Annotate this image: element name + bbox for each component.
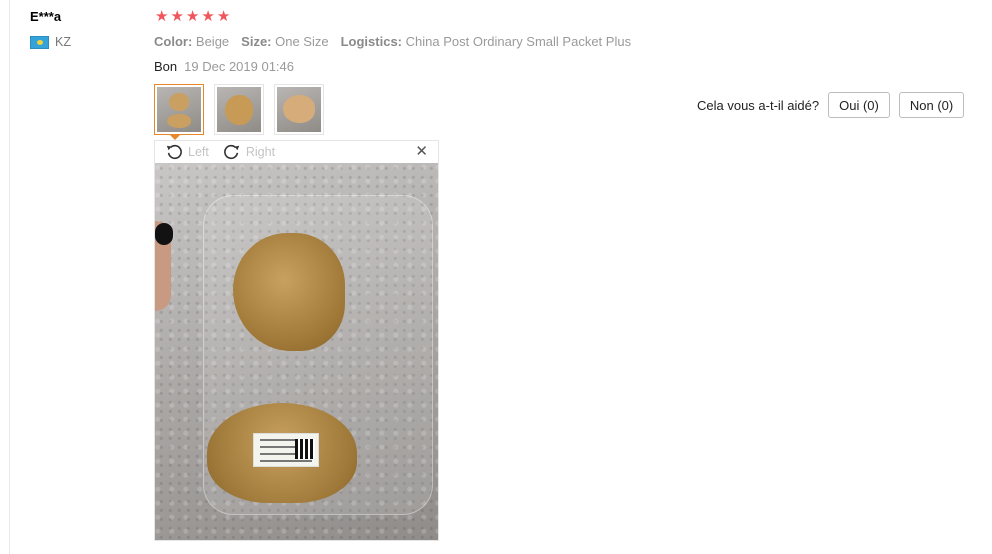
review-body: Bon 19 Dec 2019 01:46 [154, 59, 294, 74]
star-icon: ★ [170, 8, 184, 25]
rotate-left-label: Left [188, 145, 209, 159]
attr-logistics: Logistics: China Post Ordinary Small Pac… [340, 34, 632, 49]
attr-size: Size: One Size [241, 34, 329, 49]
photo-nail [155, 223, 173, 245]
helpful-no-button[interactable]: Non (0) [898, 92, 965, 118]
viewer-toolbar: Left Right ✕ [155, 141, 438, 163]
country-code: KZ [55, 35, 71, 49]
helpful-question: Cela vous a-t-il aidé? [697, 97, 820, 113]
rotate-right-icon [223, 144, 240, 160]
thumbnail-2[interactable] [214, 84, 264, 135]
thumbnail-1[interactable] [154, 84, 204, 135]
helpful-prompt: Cela vous a-t-il aidé? Oui (0) Non (0) [697, 92, 965, 118]
rotate-left-icon [166, 144, 182, 160]
photo-qr-code [295, 439, 315, 459]
photo-thumbnails [154, 84, 324, 135]
review-text: Bon [154, 59, 178, 74]
rotate-left-button[interactable]: Left [165, 143, 209, 161]
photo-pad-top [233, 233, 345, 351]
reviewer-name: E***a [30, 9, 62, 24]
star-icon: ★ [155, 8, 169, 25]
rotate-right-button[interactable]: Right [223, 143, 275, 161]
helpful-yes-button[interactable]: Oui (0) [828, 92, 890, 118]
flag-icon [30, 35, 49, 49]
thumbnail-3[interactable] [274, 84, 324, 135]
star-icon: ★ [185, 8, 200, 25]
review-photo [155, 163, 438, 540]
divider-line [9, 0, 10, 554]
rotate-right-label: Right [245, 145, 276, 159]
attr-color: Color: Beige [154, 34, 230, 49]
order-attributes: Color: Beige Size: One Size Logistics: C… [154, 34, 631, 49]
review-date: 19 Dec 2019 01:46 [184, 59, 295, 74]
rating-stars: ★ ★ ★ ★ ★ [155, 8, 230, 25]
reviewer-country: KZ [30, 35, 71, 49]
star-icon: ★ [216, 8, 231, 25]
photo-viewer: Left Right ✕ [154, 140, 439, 541]
star-icon: ★ [201, 8, 215, 25]
close-icon[interactable]: ✕ [415, 144, 428, 159]
